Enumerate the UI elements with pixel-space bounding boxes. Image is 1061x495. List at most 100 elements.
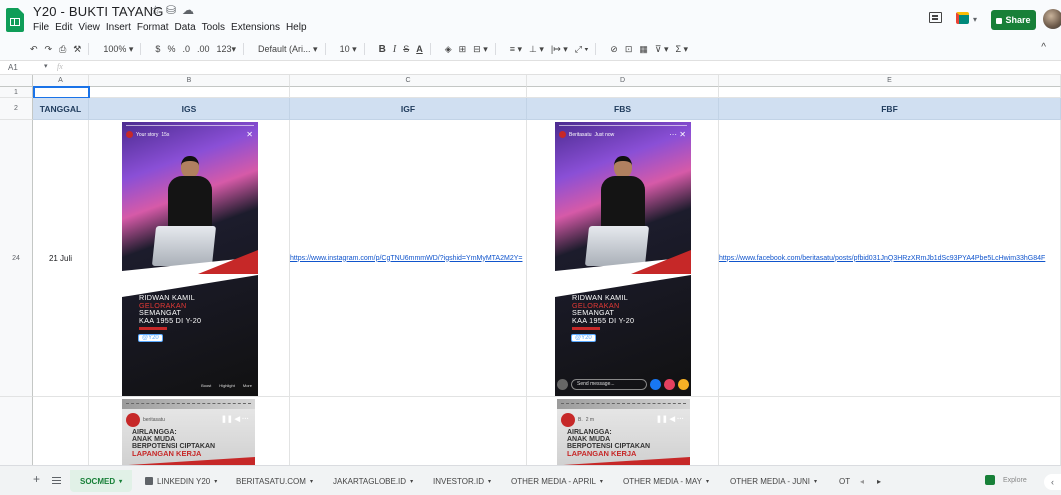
- row-header-1[interactable]: 1: [0, 87, 33, 98]
- sheet-tab-socmed[interactable]: SOCMED ▾: [70, 470, 133, 492]
- cloud-status-icon[interactable]: ☁: [182, 3, 194, 17]
- select-all-corner[interactable]: [0, 75, 33, 87]
- font-select[interactable]: Default (Ari... ▾: [258, 44, 318, 55]
- header-cell-fbf[interactable]: FBF: [719, 98, 1061, 120]
- cell-e-next[interactable]: [719, 397, 1061, 465]
- scroll-tabs-right-icon[interactable]: ▸: [877, 474, 881, 488]
- functions-icon[interactable]: Σ ▾: [675, 44, 688, 55]
- merge-cells-icon[interactable]: ⊟ ▾: [473, 44, 488, 55]
- borders-icon[interactable]: ⊞: [459, 44, 467, 55]
- redo-icon[interactable]: ↷: [45, 44, 53, 55]
- menu-edit[interactable]: Edit: [55, 22, 72, 33]
- column-header-c[interactable]: C: [290, 75, 527, 87]
- more-formats-button[interactable]: 123▾: [216, 44, 236, 55]
- zoom-select[interactable]: 100% ▾: [103, 44, 133, 55]
- document-title[interactable]: Y20 - BUKTI TAYANG: [33, 4, 164, 19]
- column-header-e[interactable]: E: [719, 75, 1061, 87]
- name-box[interactable]: A1: [8, 63, 18, 72]
- cell-d1[interactable]: [527, 87, 719, 98]
- text-wrap-icon[interactable]: |↦ ▾: [551, 44, 568, 55]
- horizontal-align-icon[interactable]: ≡ ▾: [510, 44, 522, 55]
- row-header-24[interactable]: 24: [0, 120, 33, 397]
- folder-move-icon[interactable]: ⛁: [166, 3, 176, 17]
- menu-tools[interactable]: Tools: [202, 22, 225, 33]
- menu-format[interactable]: Format: [137, 22, 169, 33]
- story-account: beritasatu: [126, 413, 165, 427]
- fbf-link-cell[interactable]: https://www.facebook.com/beritasatu/post…: [719, 120, 1061, 397]
- paint-format-icon[interactable]: ⚒: [73, 44, 81, 55]
- decrease-decimal-button[interactable]: .0: [182, 44, 190, 54]
- sheet-tab-truncated[interactable]: OT: [839, 474, 850, 488]
- menu-file[interactable]: File: [33, 22, 49, 33]
- row-header-2[interactable]: 2: [0, 98, 33, 120]
- sheet-tab-linkedin[interactable]: LINKEDIN Y20 ▾: [145, 474, 217, 488]
- header-cell-igf[interactable]: IGF: [290, 98, 527, 120]
- title-line-red: LAPANGAN KERJA: [567, 449, 637, 458]
- column-header-d[interactable]: D: [527, 75, 719, 87]
- insert-comment-icon[interactable]: ⊡: [625, 44, 633, 55]
- fill-color-icon[interactable]: ◈: [445, 44, 452, 55]
- sheet-tab-other-may[interactable]: OTHER MEDIA - MAY ▾: [623, 474, 709, 488]
- row-header-next[interactable]: [0, 397, 33, 465]
- italic-button[interactable]: I: [393, 44, 396, 55]
- send-message-input: Send message...: [571, 378, 647, 390]
- comment-history-icon[interactable]: [929, 12, 942, 23]
- add-sheet-icon[interactable]: +: [33, 472, 40, 486]
- strikethrough-button[interactable]: S: [403, 44, 409, 54]
- cell-b1[interactable]: [89, 87, 290, 98]
- menu-data[interactable]: Data: [175, 22, 196, 33]
- instagram-story-image[interactable]: Your story 15s ✕ RIDWAN KAMIL GELORAKAN S…: [122, 122, 258, 396]
- cell-c-next[interactable]: [290, 397, 527, 465]
- sheet-tab-investor[interactable]: INVESTOR.ID ▾: [433, 474, 491, 488]
- formula-input[interactable]: [75, 63, 975, 73]
- igf-link-cell[interactable]: https://www.instagram.com/p/CgTNU6mmmWD/…: [290, 120, 527, 397]
- menu-view[interactable]: View: [78, 22, 100, 33]
- increase-decimal-button[interactable]: .00: [197, 44, 210, 54]
- sheet-tab-jakartaglobe[interactable]: JAKARTAGLOBE.ID ▾: [333, 474, 413, 488]
- all-sheets-icon[interactable]: [52, 477, 61, 484]
- star-icon[interactable]: ☆: [150, 3, 161, 17]
- bold-button[interactable]: B: [379, 44, 386, 55]
- text-rotation-icon[interactable]: ⤢ ▾: [575, 44, 588, 55]
- print-icon[interactable]: ⎙: [59, 44, 66, 55]
- text-color-button[interactable]: A: [416, 44, 423, 54]
- sheet-tab-other-juni[interactable]: OTHER MEDIA - JUNI ▾: [730, 474, 817, 488]
- column-header-b[interactable]: B: [89, 75, 290, 87]
- chevron-down-icon: ▾: [309, 478, 313, 485]
- collapse-menu-icon[interactable]: ^: [1041, 42, 1046, 53]
- share-button[interactable]: Share: [991, 10, 1036, 30]
- chevron-down-icon[interactable]: ▾: [44, 62, 48, 70]
- vertical-align-icon[interactable]: ⊥ ▾: [529, 44, 544, 55]
- font-size-select[interactable]: 10 ▾: [340, 44, 357, 55]
- filter-icon[interactable]: ⊽ ▾: [655, 44, 669, 55]
- sheets-logo-icon[interactable]: [6, 8, 24, 32]
- meet-button[interactable]: ▾: [953, 9, 983, 27]
- story-progress-bar: [559, 125, 687, 126]
- facebook-story-image[interactable]: Beritasatu Just now ··· ✕ RIDWAN KAMIL GE…: [555, 122, 691, 396]
- facebook-story-image-2[interactable]: B. 2 m ❚❚ ◀ ··· AIRLANGGA: ANAK MUDA BERP…: [557, 399, 690, 465]
- insert-link-icon[interactable]: ⊘: [610, 44, 618, 55]
- date-cell[interactable]: 21 Juli: [33, 120, 89, 397]
- side-panel-toggle-icon[interactable]: ‹: [1044, 474, 1061, 490]
- header-cell-fbs[interactable]: FBS: [527, 98, 719, 120]
- cell-e1[interactable]: [719, 87, 1061, 98]
- percent-button[interactable]: %: [167, 44, 175, 54]
- cell-c1[interactable]: [290, 87, 527, 98]
- avatar[interactable]: [1043, 9, 1061, 29]
- undo-icon[interactable]: ↶: [30, 44, 38, 55]
- menu-help[interactable]: Help: [286, 22, 307, 33]
- currency-button[interactable]: $: [155, 44, 160, 54]
- cell-a-next[interactable]: [33, 397, 89, 465]
- explore-button[interactable]: Explore: [985, 475, 1027, 485]
- header-cell-igs[interactable]: IGS: [89, 98, 290, 120]
- instagram-story-image-2[interactable]: beritasatu ❚❚ ◀ ··· AIRLANGGA: ANAK MUDA…: [122, 399, 255, 465]
- menu-extensions[interactable]: Extensions: [231, 22, 280, 33]
- red-band-shape: [557, 457, 690, 465]
- sheet-tab-other-april[interactable]: OTHER MEDIA - APRIL ▾: [511, 474, 603, 488]
- account-avatar-icon: [126, 413, 140, 427]
- menu-insert[interactable]: Insert: [106, 22, 131, 33]
- header-cell-tanggal[interactable]: TANGGAL: [33, 98, 89, 120]
- insert-chart-icon[interactable]: ▦: [639, 44, 648, 55]
- scroll-tabs-left-icon[interactable]: ◂: [860, 474, 864, 488]
- sheet-tab-beritasatu[interactable]: BERITASATU.COM ▾: [236, 474, 313, 488]
